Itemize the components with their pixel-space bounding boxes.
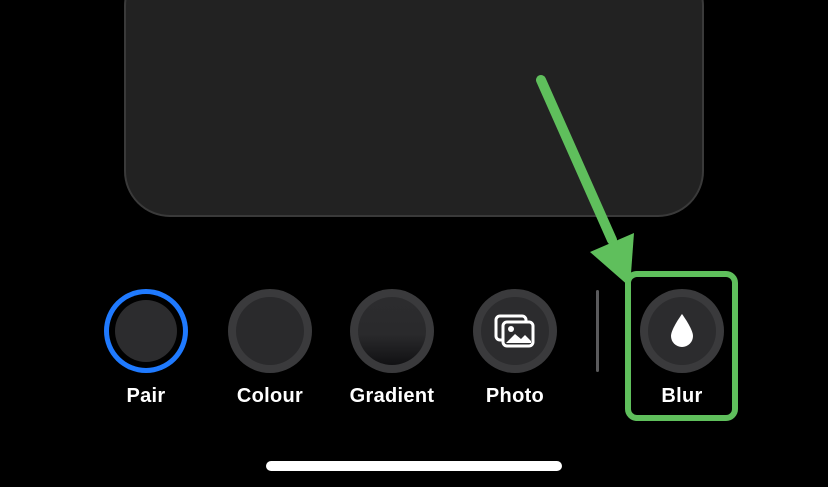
wallpaper-style-picker: Pair Colour Gradient Photo Blur (0, 0, 828, 487)
home-indicator[interactable] (266, 461, 562, 471)
annotation-arrow (536, 75, 634, 287)
